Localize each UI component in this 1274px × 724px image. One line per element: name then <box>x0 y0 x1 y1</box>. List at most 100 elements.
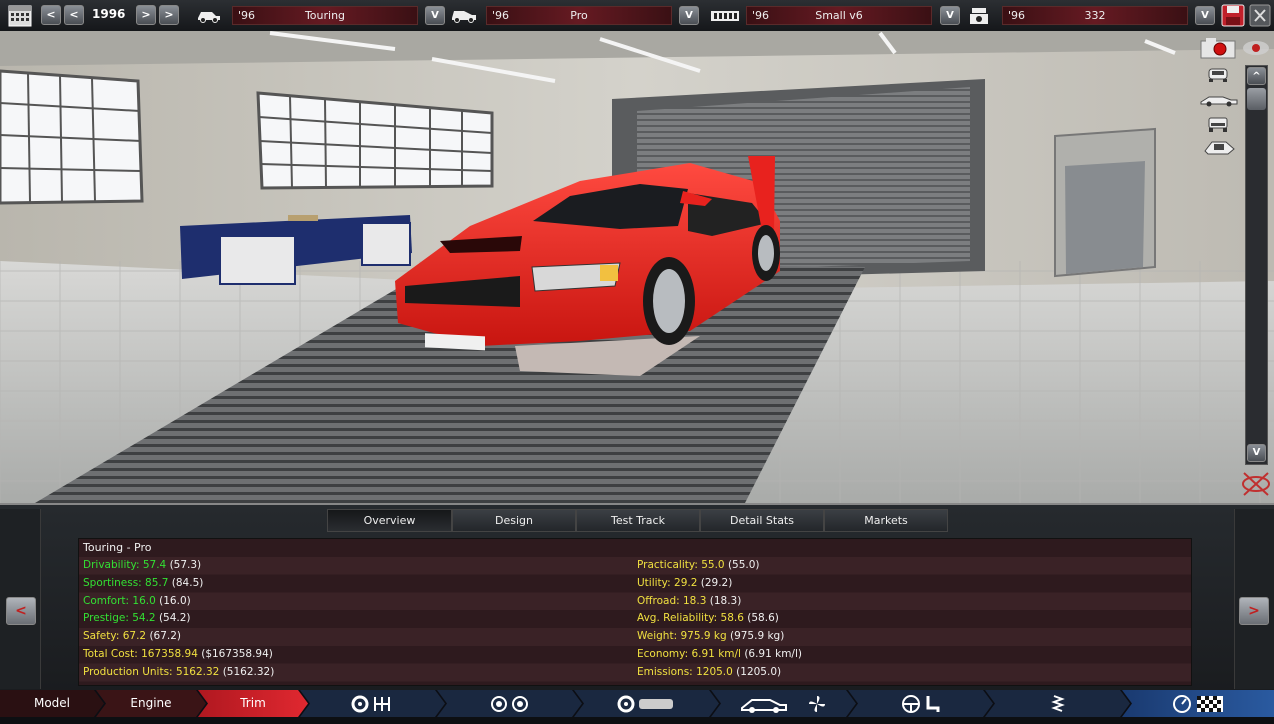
year-next-small-button[interactable]: > <box>159 5 179 25</box>
nav-engine-label: Engine <box>130 696 172 710</box>
variant-dropdown-button[interactable]: V <box>1195 6 1215 25</box>
variant-select[interactable]: '96 332 <box>1002 6 1188 25</box>
body-icon <box>740 694 804 724</box>
tab-test-track[interactable]: Test Track <box>576 509 700 532</box>
stat-previous-value: (16.0) <box>159 594 191 607</box>
stat-previous-value: (67.2) <box>149 630 182 643</box>
nav-body[interactable] <box>711 690 856 717</box>
view-rear-icon[interactable] <box>1206 115 1230 136</box>
view-side-icon[interactable] <box>1199 93 1239 110</box>
garage-window-left <box>0 69 144 205</box>
stat-label: Utility: <box>637 576 671 589</box>
gearbox-icon <box>351 695 395 723</box>
stats-panel: Overview Design Test Track Detail Stats … <box>0 503 1274 692</box>
stat-value: 54.2 <box>132 612 156 625</box>
prev-panel-button[interactable]: < <box>6 597 36 625</box>
tab-design[interactable]: Design <box>452 509 576 532</box>
stat-previous-value: (57.3) <box>169 559 202 571</box>
stat-label: Total Cost: <box>83 648 138 660</box>
engine-variant-icon <box>968 6 990 29</box>
view-top-icon[interactable] <box>1202 139 1236 160</box>
brakes-icon <box>617 695 677 723</box>
stat-previous-value: (975.9 kg) <box>729 630 785 643</box>
year-prev-button[interactable]: < <box>41 5 61 25</box>
checkered-flag-icon <box>1196 694 1224 717</box>
view-front-icon[interactable] <box>1206 67 1230 86</box>
model-dropdown-button[interactable]: V <box>425 6 445 25</box>
stat-label: Offroad: <box>637 594 680 607</box>
stat-previous-value: (1205.0) <box>736 665 782 678</box>
stat-previous-value: (58.6) <box>747 612 779 625</box>
view-scrollbar[interactable]: ^ V <box>1245 65 1268 465</box>
seat-icon <box>925 694 941 724</box>
engine-select[interactable]: '96 Small v6 <box>746 6 932 25</box>
tab-markets[interactable]: Markets <box>824 509 948 532</box>
model-name: Touring <box>304 9 346 22</box>
garage-viewport[interactable]: ^ V <box>0 31 1274 503</box>
stat-value: 18.3 <box>683 594 707 607</box>
tab-overview[interactable]: Overview <box>327 509 452 532</box>
steering-icon <box>900 694 922 724</box>
stat-label: Avg. Reliability: <box>637 612 718 625</box>
stat-row: Total Cost: 167358.94 ($167358.94) <box>83 648 273 660</box>
year-prev-small-button[interactable]: < <box>64 5 84 25</box>
stat-value: 975.9 kg <box>680 630 727 643</box>
scroll-thumb[interactable] <box>1247 88 1266 110</box>
stat-previous-value: (5162.32) <box>222 665 275 678</box>
variant-name: 332 <box>1084 9 1106 22</box>
trim-select[interactable]: '96 Pro <box>486 6 672 25</box>
stat-row: Avg. Reliability: 58.6 (58.6) <box>637 612 779 624</box>
stat-label: Safety: <box>83 630 120 643</box>
stat-row: Weight: 975.9 kg (975.9 kg) <box>637 630 784 642</box>
stat-previous-value: (6.91 km/l) <box>744 648 802 660</box>
stat-row: Production Units: 5162.32 (5162.32) <box>83 666 274 678</box>
save-icon[interactable] <box>1221 4 1245 30</box>
stats-title: Touring - Pro <box>83 541 152 554</box>
stat-row: Drivability: 57.4 (57.3) <box>83 559 201 571</box>
nav-gearbox[interactable] <box>300 690 445 717</box>
stat-value: 6.91 km/l <box>691 648 741 660</box>
exit-icon[interactable] <box>1249 4 1271 30</box>
stat-value: 16.0 <box>132 594 156 607</box>
stat-label: Sportiness: <box>83 576 142 589</box>
tab-detail-stats[interactable]: Detail Stats <box>700 509 824 532</box>
stat-value: 67.2 <box>122 630 147 643</box>
scroll-up-button[interactable]: ^ <box>1247 67 1266 85</box>
stat-row: Economy: 6.91 km/l (6.91 km/l) <box>637 648 802 660</box>
stats-list: Touring - Pro Drivability: 57.4 (57.3) Sp… <box>78 538 1192 686</box>
engine-dropdown-button[interactable]: V <box>940 6 960 25</box>
nav-trim[interactable]: Trim <box>198 690 308 717</box>
camera-icon[interactable] <box>1200 37 1236 62</box>
trim-dropdown-button[interactable]: V <box>679 6 699 25</box>
next-panel-button[interactable]: > <box>1239 597 1269 625</box>
model-select[interactable]: '96 Touring <box>232 6 418 25</box>
eye-icon[interactable] <box>1241 39 1271 60</box>
nav-interior[interactable] <box>848 690 993 717</box>
stat-value: 85.7 <box>145 576 169 589</box>
stat-previous-value: (18.3) <box>709 594 742 607</box>
nav-engine[interactable]: Engine <box>96 690 206 717</box>
stat-row: Emissions: 1205.0 (1205.0) <box>637 666 781 678</box>
year-next-button[interactable]: > <box>136 5 156 25</box>
fan-icon <box>807 694 827 724</box>
suspension-icon <box>1048 694 1068 724</box>
stat-label: Drivability: <box>83 559 140 571</box>
stat-row: Comfort: 16.0 (16.0) <box>83 595 191 607</box>
calendar-icon[interactable] <box>8 4 32 27</box>
stat-row: Prestige: 54.2 (54.2) <box>83 612 191 624</box>
stat-previous-value: (54.2) <box>158 612 191 625</box>
scroll-down-button[interactable]: V <box>1247 444 1266 462</box>
stat-row: Utility: 29.2 (29.2) <box>637 577 732 589</box>
nav-brakes[interactable] <box>574 690 719 717</box>
stat-row: Sportiness: 85.7 (84.5) <box>83 577 203 589</box>
nav-suspension[interactable] <box>985 690 1130 717</box>
stat-label: Weight: <box>637 630 678 643</box>
garage-scene <box>0 31 1274 503</box>
stat-label: Prestige: <box>83 612 129 625</box>
nav-model[interactable]: Model <box>0 690 104 717</box>
nav-final[interactable] <box>1122 690 1274 717</box>
hide-view-icon[interactable] <box>1241 471 1271 500</box>
nav-wheels[interactable] <box>437 690 582 717</box>
engine-icon <box>710 8 740 27</box>
stat-label: Economy: <box>637 648 689 660</box>
